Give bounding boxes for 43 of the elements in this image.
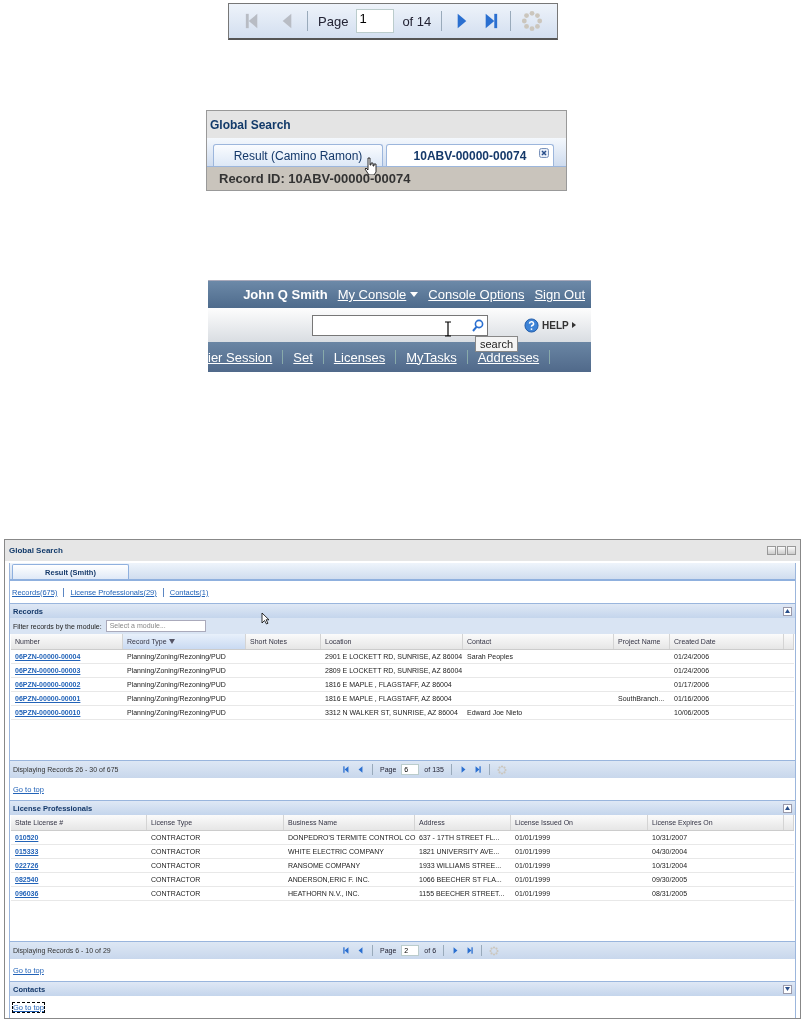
- record-id: Record ID: 10ABV-00000-00074: [207, 167, 566, 190]
- header-link[interactable]: Console Options: [428, 287, 525, 302]
- collapse-button[interactable]: [783, 803, 792, 813]
- previous-page-icon[interactable]: [356, 946, 365, 955]
- minimize-button[interactable]: [777, 546, 786, 555]
- page-label: Page: [318, 13, 349, 29]
- tooltip: search: [475, 336, 519, 352]
- tab[interactable]: Result (Camino Ramon): [213, 144, 383, 166]
- nav-link[interactable]: Addresses: [477, 349, 540, 365]
- pointer-cursor-icon: [364, 157, 378, 175]
- sort-icon: [168, 639, 175, 644]
- help-icon[interactable]: [524, 317, 539, 333]
- panel-title: Global Search: [207, 111, 566, 138]
- tab[interactable]: 10ABV-00000-00074: [386, 144, 554, 166]
- maximize-button[interactable]: [787, 546, 796, 555]
- first-page-icon[interactable]: [342, 946, 351, 955]
- expand-button[interactable]: [783, 984, 792, 994]
- user-name: John Q Smith: [243, 287, 328, 302]
- page-count: of 14: [402, 13, 432, 29]
- search-field[interactable]: [312, 314, 488, 336]
- caret-icon[interactable]: [410, 292, 419, 297]
- first-page-icon[interactable]: [342, 765, 351, 774]
- loading-icon: [489, 945, 500, 956]
- nav-link[interactable]: Set: [293, 349, 313, 365]
- previous-page-icon[interactable]: [356, 765, 365, 774]
- window-title: Global Search: [9, 546, 63, 555]
- loading-icon: [496, 764, 507, 775]
- nav-link[interactable]: MyTasks: [406, 349, 457, 365]
- page-number-field[interactable]: 1: [356, 9, 395, 33]
- last-page-icon[interactable]: [465, 946, 475, 955]
- close-icon[interactable]: [539, 148, 549, 158]
- arrow-icon: [571, 322, 576, 328]
- text-cursor-icon: [444, 321, 452, 337]
- arrow-cursor-icon: [261, 612, 270, 625]
- collapse-button[interactable]: [783, 606, 792, 616]
- search-icon[interactable]: [472, 318, 484, 332]
- nav-link[interactable]: ier Session: [208, 349, 273, 365]
- nav-link[interactable]: Licenses: [333, 349, 386, 365]
- refresh-button[interactable]: [767, 546, 776, 555]
- header-link[interactable]: My Console: [337, 287, 407, 302]
- header-link[interactable]: Sign Out: [534, 287, 585, 302]
- loading-icon: [521, 10, 544, 32]
- help-link[interactable]: HELP: [542, 319, 569, 331]
